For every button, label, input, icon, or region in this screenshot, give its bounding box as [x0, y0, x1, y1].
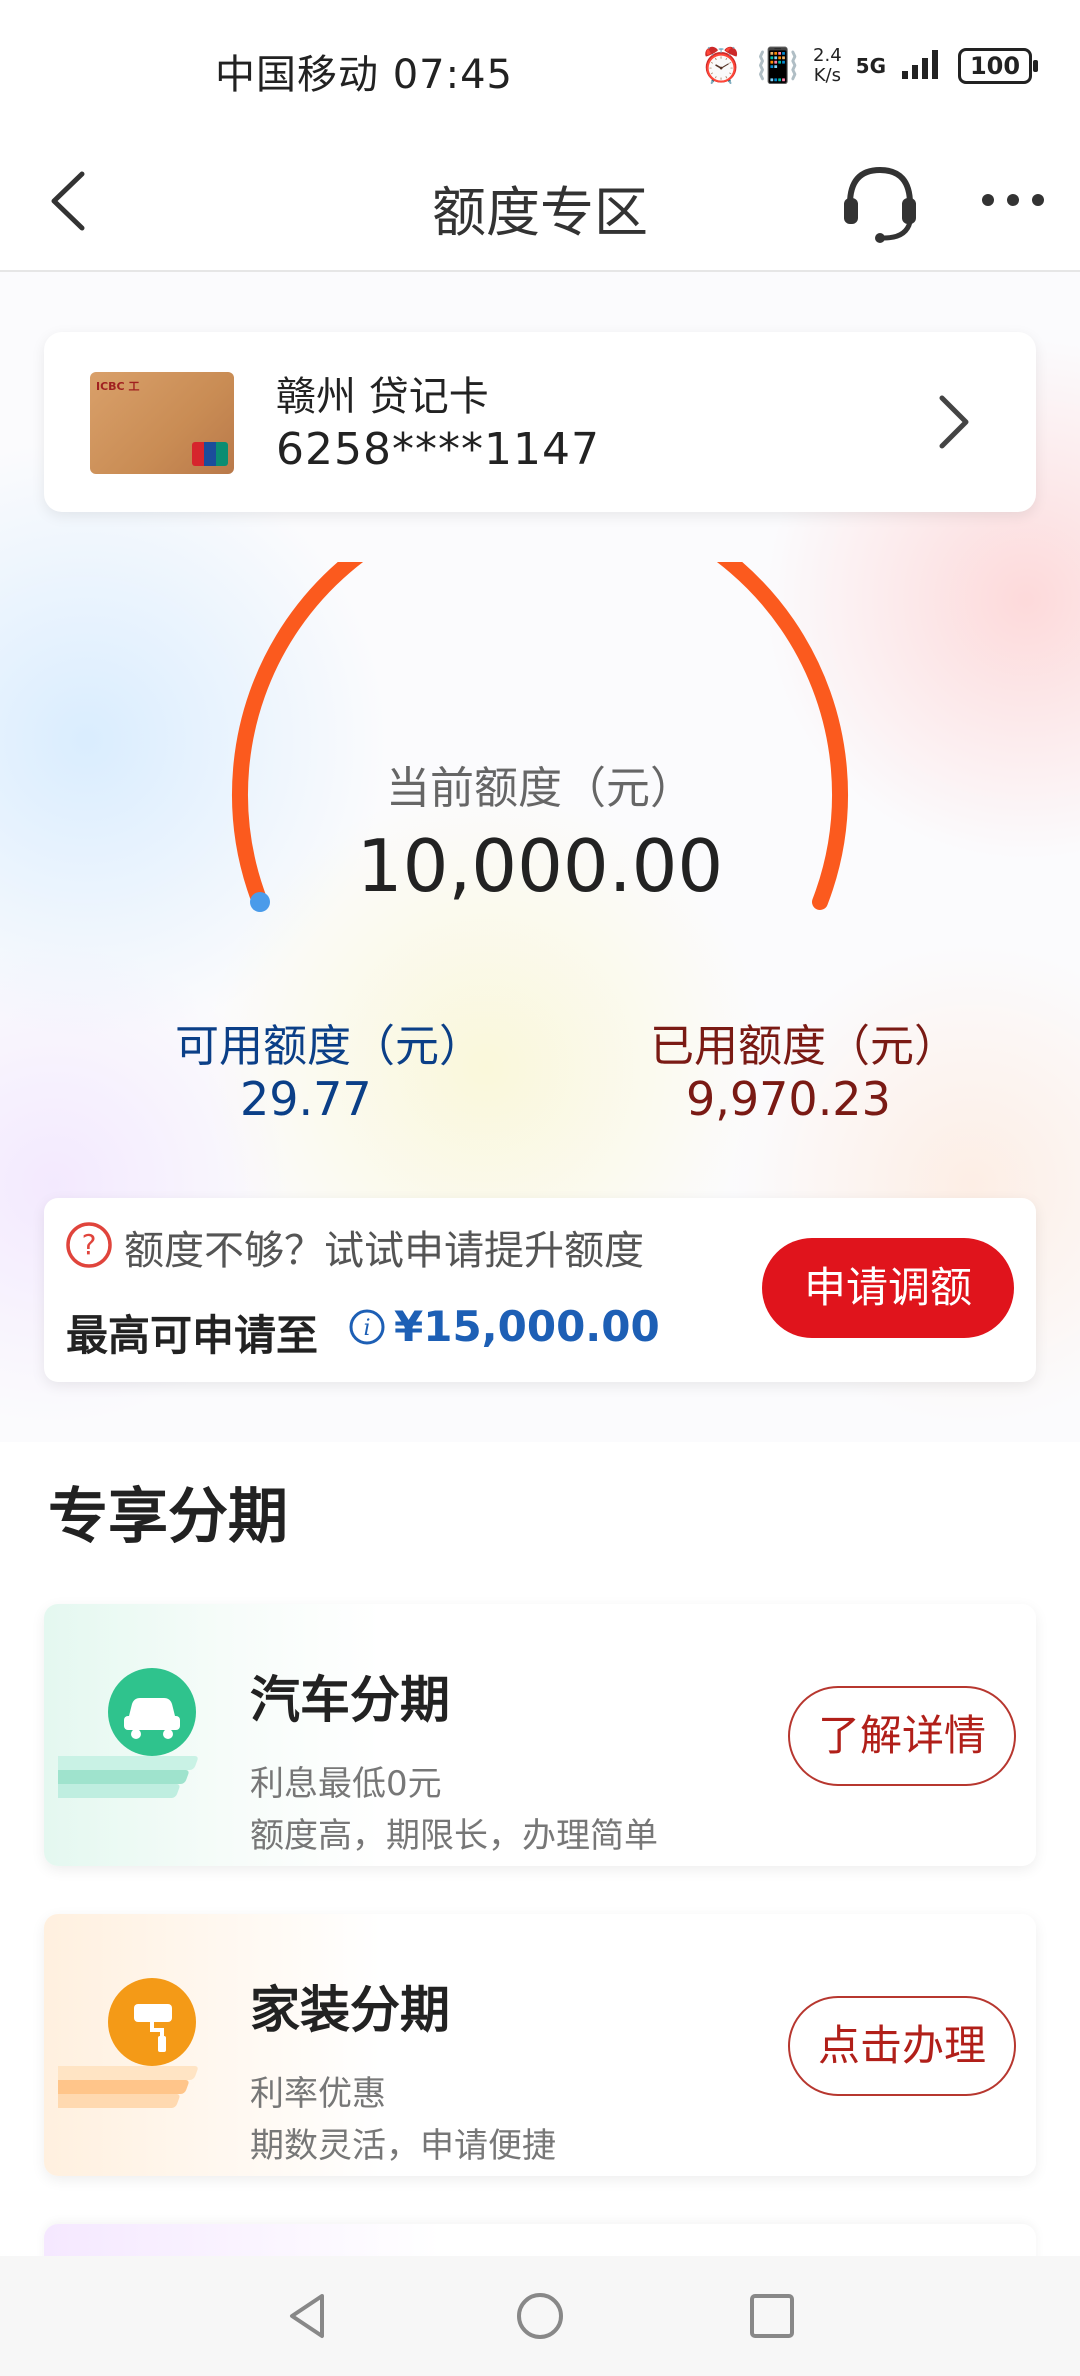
apply-now-button[interactable]: 点击办理 — [788, 1996, 1016, 2096]
status-bar: 中国移动 07:45 ⏰ 📳 2.4 K/s 5G 100 — [0, 0, 1080, 130]
customer-service-button[interactable] — [840, 160, 920, 244]
status-icons: ⏰ 📳 2.4 K/s 5G 100 — [700, 46, 1038, 86]
alarm-icon: ⏰ — [700, 46, 743, 86]
network-type: 5G — [855, 54, 886, 78]
headset-icon — [844, 166, 916, 243]
promo-subtitle: 利息最低0元 — [250, 1764, 442, 1804]
vibrate-icon: 📳 — [756, 46, 800, 86]
info-icon[interactable]: i — [348, 1308, 386, 1346]
nav-recent-icon[interactable] — [742, 2286, 802, 2346]
learn-more-button[interactable]: 了解详情 — [788, 1686, 1016, 1786]
question-icon: ? — [66, 1222, 112, 1268]
credit-increase-card: ? 额度不够？试试申请提升额度 最高可申请至 i ¥15,000.00 申请调额 — [44, 1198, 1036, 1382]
promo-description: 额度高，期限长，办理简单 — [250, 1816, 658, 1856]
used-credit-label: 已用额度（元） — [650, 1021, 958, 1072]
bank-logo-icon: ICBC 工 — [96, 380, 140, 393]
section-title: 专享分期 — [48, 1482, 288, 1552]
card-image: ICBC 工 — [90, 372, 234, 474]
promo-title: 汽车分期 — [250, 1671, 450, 1729]
credit-overview: ICBC 工 赣州 贷记卡 6258****1147 当前额度（元） 10,00… — [0, 272, 1080, 1442]
max-apply-label: 最高可申请至 — [66, 1311, 319, 1360]
home-installment-card[interactable]: 家装分期 利率优惠 期数灵活，申请便捷 点击办理 — [44, 1914, 1036, 2176]
signal-icon — [900, 47, 944, 85]
available-credit-label: 可用额度（元） — [175, 1021, 483, 1072]
svg-text:?: ? — [82, 1228, 97, 1261]
car-installment-card[interactable]: 汽车分期 利息最低0元 额度高，期限长，办理简单 了解详情 — [44, 1604, 1036, 1866]
available-credit-value: 29.77 — [240, 1072, 372, 1126]
current-credit-label: 当前额度（元） — [386, 763, 694, 814]
apply-adjust-button[interactable]: 申请调额 — [762, 1238, 1014, 1338]
max-apply-value: ¥15,000.00 — [394, 1302, 660, 1351]
network-speed: 2.4 K/s — [813, 46, 842, 86]
speed-value: 2.4 — [813, 45, 842, 66]
card-selector[interactable]: ICBC 工 赣州 贷记卡 6258****1147 — [44, 332, 1036, 512]
system-nav-bar — [0, 2256, 1080, 2376]
top-app-bar: 额度专区 — [0, 130, 1080, 272]
battery-icon: 100 — [958, 48, 1038, 84]
car-icon — [58, 1668, 198, 1798]
carrier-time: 中国移动 07:45 — [215, 52, 513, 98]
used-credit-value: 9,970.23 — [686, 1072, 891, 1126]
more-dots-icon — [982, 194, 1044, 206]
nav-home-icon[interactable] — [510, 2286, 570, 2346]
promo-subtitle: 利率优惠 — [250, 2074, 386, 2114]
speed-unit: K/s — [813, 65, 841, 86]
promo-title: 家装分期 — [250, 1981, 450, 2039]
credit-increase-hint: 额度不够？试试申请提升额度 — [124, 1228, 644, 1274]
nav-back-icon[interactable] — [278, 2286, 338, 2346]
chevron-right-icon — [939, 395, 969, 449]
paint-roller-icon — [58, 1978, 198, 2108]
svg-text:i: i — [363, 1316, 370, 1341]
unionpay-logo-icon — [192, 442, 228, 466]
more-button[interactable] — [978, 180, 1048, 220]
card-name: 赣州 贷记卡 — [276, 374, 489, 420]
promo-description: 期数灵活，申请便捷 — [250, 2126, 556, 2166]
current-credit-value: 10,000.00 — [356, 824, 724, 908]
card-number: 6258****1147 — [276, 424, 600, 475]
